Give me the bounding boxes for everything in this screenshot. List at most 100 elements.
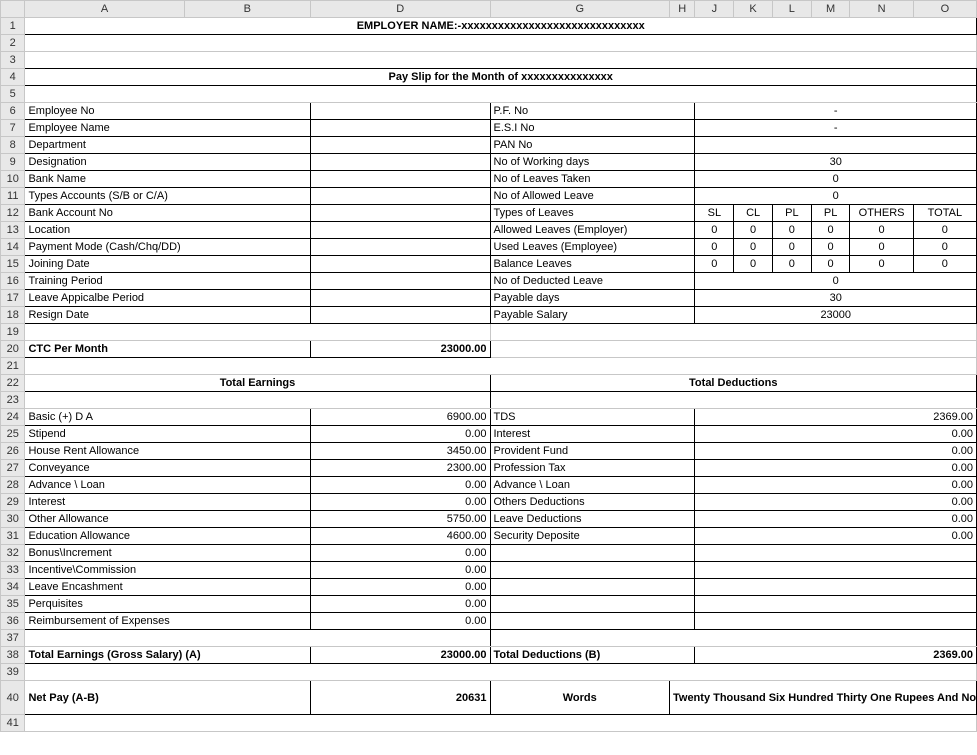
- cell[interactable]: [311, 256, 490, 273]
- earn-label[interactable]: Perquisites: [25, 596, 311, 613]
- label-employee-name[interactable]: Employee Name: [25, 120, 311, 137]
- label-leave-applicable[interactable]: Leave Appicalbe Period: [25, 290, 311, 307]
- label-payment-mode[interactable]: Payment Mode (Cash/Chq/DD): [25, 239, 311, 256]
- ded-label[interactable]: Others Deductions: [490, 494, 695, 511]
- label-designation[interactable]: Designation: [25, 154, 311, 171]
- row-header[interactable]: 28: [1, 477, 25, 494]
- cell[interactable]: [311, 273, 490, 290]
- cell[interactable]: [25, 358, 977, 375]
- leave-cell[interactable]: 0: [734, 222, 773, 239]
- row-header[interactable]: 39: [1, 664, 25, 681]
- col-header[interactable]: G: [490, 1, 669, 18]
- row-header[interactable]: 4: [1, 69, 25, 86]
- cell[interactable]: [490, 341, 977, 358]
- ded-label[interactable]: Advance \ Loan: [490, 477, 695, 494]
- row-header[interactable]: 23: [1, 392, 25, 409]
- ded-label[interactable]: Interest: [490, 426, 695, 443]
- row-header[interactable]: 29: [1, 494, 25, 511]
- label-pan-no[interactable]: PAN No: [490, 137, 695, 154]
- label-allowed-leaves-emp[interactable]: Allowed Leaves (Employer): [490, 222, 695, 239]
- cell[interactable]: [490, 596, 695, 613]
- earn-label[interactable]: Advance \ Loan: [25, 477, 311, 494]
- col-header[interactable]: M: [811, 1, 850, 18]
- val-working-days[interactable]: 30: [695, 154, 977, 171]
- label-payable-salary[interactable]: Payable Salary: [490, 307, 695, 324]
- cell[interactable]: [695, 562, 977, 579]
- ded-label[interactable]: TDS: [490, 409, 695, 426]
- col-header[interactable]: A: [25, 1, 184, 18]
- col-header[interactable]: O: [913, 1, 976, 18]
- cell[interactable]: [695, 545, 977, 562]
- label-types-leaves[interactable]: Types of Leaves: [490, 205, 695, 222]
- label-resign-date[interactable]: Resign Date: [25, 307, 311, 324]
- payslip-title[interactable]: Pay Slip for the Month of xxxxxxxxxxxxxx…: [25, 69, 977, 86]
- cell[interactable]: [311, 103, 490, 120]
- earn-value[interactable]: 0.00: [311, 545, 490, 562]
- earn-label[interactable]: Other Allowance: [25, 511, 311, 528]
- col-header[interactable]: B: [184, 1, 310, 18]
- ded-value[interactable]: 0.00: [695, 511, 977, 528]
- cell[interactable]: [490, 613, 695, 630]
- cell[interactable]: [311, 120, 490, 137]
- earn-value[interactable]: 0.00: [311, 494, 490, 511]
- row-header[interactable]: 5: [1, 86, 25, 103]
- ded-value[interactable]: 0.00: [695, 494, 977, 511]
- row-header[interactable]: 12: [1, 205, 25, 222]
- cell[interactable]: [490, 579, 695, 596]
- row-header[interactable]: 20: [1, 341, 25, 358]
- leave-cell[interactable]: 0: [772, 222, 811, 239]
- leave-cell[interactable]: 0: [734, 256, 773, 273]
- cell[interactable]: [311, 239, 490, 256]
- total-earn-value[interactable]: 23000.00: [311, 647, 490, 664]
- col-header[interactable]: D: [311, 1, 490, 18]
- row-header[interactable]: 25: [1, 426, 25, 443]
- row-header[interactable]: 37: [1, 630, 25, 647]
- cell[interactable]: [490, 562, 695, 579]
- spreadsheet[interactable]: A B D G H J K L M N O 1 EMPLOYER NAME:-x…: [0, 0, 977, 732]
- row-header[interactable]: 10: [1, 171, 25, 188]
- earn-label[interactable]: Basic (+) D A: [25, 409, 311, 426]
- leave-cell[interactable]: 0: [772, 256, 811, 273]
- ded-value[interactable]: 2369.00: [695, 409, 977, 426]
- cell[interactable]: [695, 596, 977, 613]
- cell[interactable]: [311, 307, 490, 324]
- leave-cell[interactable]: 0: [913, 256, 976, 273]
- earn-label[interactable]: Reimbursement of Expenses: [25, 613, 311, 630]
- row-header[interactable]: 22: [1, 375, 25, 392]
- earn-label[interactable]: Stipend: [25, 426, 311, 443]
- cell[interactable]: [311, 290, 490, 307]
- ded-label[interactable]: Provident Fund: [490, 443, 695, 460]
- section-earnings[interactable]: Total Earnings: [25, 375, 490, 392]
- ded-value[interactable]: 0.00: [695, 477, 977, 494]
- row-header[interactable]: 15: [1, 256, 25, 273]
- earn-label[interactable]: Conveyance: [25, 460, 311, 477]
- total-ded-value[interactable]: 2369.00: [695, 647, 977, 664]
- ded-value[interactable]: 0.00: [695, 426, 977, 443]
- row-header[interactable]: 2: [1, 35, 25, 52]
- cell[interactable]: [25, 52, 977, 69]
- label-working-days[interactable]: No of Working days: [490, 154, 695, 171]
- earn-value[interactable]: 0.00: [311, 596, 490, 613]
- row-header[interactable]: 36: [1, 613, 25, 630]
- label-bank-name[interactable]: Bank Name: [25, 171, 311, 188]
- row-header[interactable]: 31: [1, 528, 25, 545]
- row-header[interactable]: 18: [1, 307, 25, 324]
- words-value[interactable]: Twenty Thousand Six Hundred Thirty One R…: [669, 681, 976, 715]
- label-acct-type[interactable]: Types Accounts (S/B or C/A): [25, 188, 311, 205]
- leave-cell[interactable]: 0: [850, 222, 913, 239]
- row-header[interactable]: 34: [1, 579, 25, 596]
- total-ded-label[interactable]: Total Deductions (B): [490, 647, 695, 664]
- val-payable-salary[interactable]: 23000: [695, 307, 977, 324]
- row-header[interactable]: 19: [1, 324, 25, 341]
- row-header[interactable]: 26: [1, 443, 25, 460]
- leave-col-sl[interactable]: SL: [695, 205, 734, 222]
- ctc-value[interactable]: 23000.00: [311, 341, 490, 358]
- val-esi-no[interactable]: -: [695, 120, 977, 137]
- earn-label[interactable]: House Rent Allowance: [25, 443, 311, 460]
- val-allowed-leave[interactable]: 0: [695, 188, 977, 205]
- leave-cell[interactable]: 0: [772, 239, 811, 256]
- netpay-value[interactable]: 20631: [311, 681, 490, 715]
- row-header[interactable]: 38: [1, 647, 25, 664]
- leave-col-cl[interactable]: CL: [734, 205, 773, 222]
- col-header[interactable]: N: [850, 1, 913, 18]
